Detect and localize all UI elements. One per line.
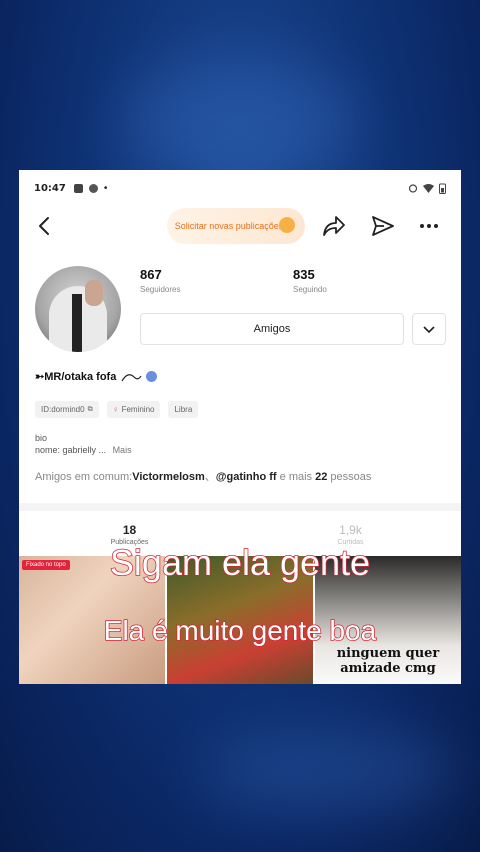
profile-name: ➳MR/otaka fofa [35,370,158,383]
id-tag-label: ID:dormind0 [41,405,85,414]
profile-tags: ID:dormind0 ⧉ ♀ Feminino Libra [35,401,199,418]
likes-count: 1,9k [339,522,362,537]
background-glow [120,60,360,180]
profile-name-text: ➳MR/otaka fofa [35,371,117,383]
gender-tag-label: Feminino [121,405,155,414]
badge-icon [146,371,158,382]
bio[interactable]: bio nome: gabrielly ... Mais [35,432,132,456]
avatar[interactable] [35,266,121,352]
alarm-icon [408,184,418,193]
profile-top-bar: Solicitar novas publicações [19,206,461,246]
copy-icon: ⧉ [87,405,93,413]
followers-stat[interactable]: 867 Seguidores [140,267,180,294]
gender-tag: ♀ Feminino [106,401,161,418]
hand-icon [279,217,295,233]
more-options-icon[interactable] [417,214,441,238]
following-label: Seguindo [293,285,327,294]
mutual-friends[interactable]: Amigos em comum:Victormelosm、@gatinho ff… [35,468,371,484]
following-count: 835 [293,267,315,282]
section-divider [19,503,461,511]
whatsapp-icon [88,183,98,193]
chevron-down-icon [423,326,435,334]
post-text: ninguem quer amizade cmg [336,646,440,676]
wifi-icon [423,184,434,193]
friends-button[interactable]: Amigos [140,313,404,345]
share-icon[interactable] [321,214,347,238]
id-tag[interactable]: ID:dormind0 ⧉ [35,401,99,418]
zodiac-tag-label: Libra [174,405,193,414]
mutual-separator: 、 [204,471,216,483]
bio-line-1: bio [35,433,48,443]
mutual-user-2: @gatinho ff [215,471,277,483]
request-new-posts-button[interactable]: Solicitar novas publicações [167,208,305,244]
posts-count: 18 [122,522,137,537]
bio-line-2: nome: gabrielly ... [35,445,107,455]
background-glow [200,730,460,810]
mutual-prefix: Amigos em comum: [35,471,133,483]
mutual-user-1: Victormelosm [132,471,205,483]
request-label: Solicitar novas publicações [174,220,284,231]
following-stat[interactable]: 835 Seguindo [293,267,327,294]
phone-screen: 10:47 • Solicitar novas publicações 867 … [19,170,461,684]
battery-icon [439,183,446,194]
back-arrow-icon[interactable] [33,214,57,238]
status-time: 10:47 [34,182,66,194]
decoration-icon [121,373,142,381]
followers-count: 867 [140,267,162,282]
friends-dropdown-button[interactable] [412,313,446,345]
friends-button-label: Amigos [253,323,291,335]
followers-label: Seguidores [140,285,181,294]
mutual-mid: e mais [276,471,316,483]
mutual-count: 22 [315,471,328,483]
female-icon: ♀ [112,405,119,414]
send-icon[interactable] [371,214,395,238]
zodiac-tag: Libra [168,401,199,418]
mutual-suffix: pessoas [327,471,372,483]
gallery-icon [73,183,83,193]
status-dot: • [103,182,108,194]
status-bar: 10:47 • [19,170,461,206]
bio-more-link[interactable]: Mais [113,445,132,455]
overlay-caption-2: Ela é muito gente boa [103,614,377,647]
overlay-caption-1: Sigam ela gente [109,541,371,584]
